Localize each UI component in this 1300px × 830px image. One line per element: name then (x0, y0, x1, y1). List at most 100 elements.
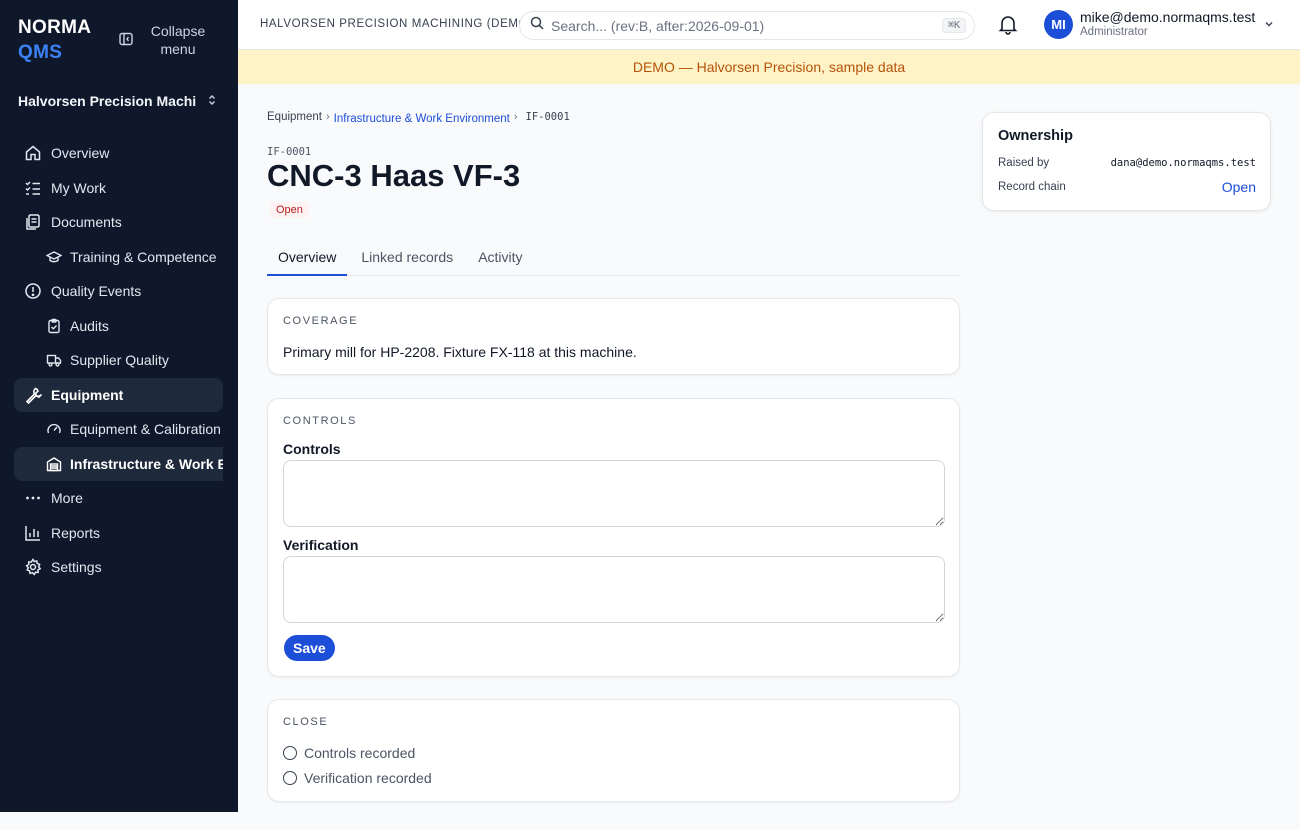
verification-textarea[interactable] (283, 556, 945, 623)
documents-icon (24, 213, 42, 231)
brand-logo[interactable]: NORMA QMS (18, 15, 91, 65)
search-icon (530, 16, 551, 35)
main-content: Equipment › Infrastructure & Work Enviro… (238, 84, 1300, 830)
sidebar: NORMA QMS Collapse menu Halvorsen Precis… (0, 0, 238, 812)
sidebar-item-label: Reports (51, 524, 101, 541)
sidebar-item-settings[interactable]: Settings (14, 550, 223, 585)
check-label: Controls recorded (304, 745, 416, 761)
clipboard-check-icon (46, 318, 62, 334)
truck-icon (46, 352, 62, 368)
controls-card: CONTROLS Controls Verification Save (267, 398, 960, 677)
user-email: mike@demo.normaqms.test (1080, 9, 1256, 25)
sidebar-item-label: Equipment & Calibration (70, 421, 221, 438)
record-chain-label: Record chain (998, 181, 1066, 193)
demo-banner: DEMO — Halvorsen Precision, sample data (238, 50, 1300, 84)
sidebar-item-quality-events[interactable]: Quality Events (14, 274, 223, 309)
controls-textarea[interactable] (283, 460, 945, 527)
sidebar-item-label: Equipment (51, 386, 124, 403)
raised-by-label: Raised by (998, 157, 1050, 169)
sidebar-item-equipment[interactable]: Equipment (14, 377, 223, 412)
sidebar-item-infrastructure-work-environment[interactable]: Infrastructure & Work Environment (14, 446, 223, 481)
sidebar-nav: Overview My Work Documents Training & Co… (14, 136, 223, 585)
check-label: Verification recorded (304, 770, 432, 786)
raised-by-value: dana@demo.normaqms.test (1110, 157, 1256, 169)
alert-circle-icon (24, 282, 42, 300)
close-heading: CLOSE (283, 716, 329, 728)
collapse-menu-button[interactable]: Collapse menu (118, 22, 210, 58)
breadcrumb-separator: › (325, 111, 330, 123)
tab-linked-records[interactable]: Linked records (350, 244, 464, 276)
notifications-button[interactable] (997, 13, 1021, 37)
ownership-card: Ownership Raised by dana@demo.normaqms.t… (982, 112, 1271, 211)
tab-overview[interactable]: Overview (267, 244, 348, 276)
sidebar-item-label: Quality Events (51, 283, 142, 300)
close-card: CLOSE Controls recorded Verification rec… (267, 699, 960, 802)
collapse-menu-label: Collapse menu (150, 23, 206, 57)
controls-label: Controls (283, 441, 341, 457)
page-title: CNC-3 Haas VF-3 (267, 158, 521, 193)
record-chain-open-link[interactable]: Open (1222, 179, 1256, 195)
sidebar-item-overview[interactable]: Overview (14, 136, 223, 171)
sidebar-item-my-work[interactable]: My Work (14, 171, 223, 206)
search-input[interactable] (551, 17, 942, 34)
checklist-icon (24, 179, 42, 197)
sidebar-item-label: Audits (70, 317, 109, 334)
verification-label: Verification (283, 537, 359, 553)
sidebar-item-label: Infrastructure & Work Environment (70, 455, 223, 472)
sidebar-item-label: My Work (51, 179, 106, 196)
chevron-up-down-icon (206, 93, 218, 109)
sidebar-item-label: Documents (51, 214, 122, 231)
coverage-heading: COVERAGE (283, 315, 359, 327)
warehouse-icon (46, 456, 62, 472)
breadcrumb-root: Equipment (267, 111, 322, 123)
ownership-title: Ownership (998, 128, 1073, 144)
coverage-text: Primary mill for HP-2208. Fixture FX-118… (283, 344, 637, 360)
search-shortcut-hint: ⌘K (941, 18, 966, 33)
sidebar-item-label: Training & Competence (70, 248, 217, 265)
sidebar-item-more[interactable]: More (14, 481, 223, 516)
tab-activity[interactable]: Activity (467, 244, 533, 276)
save-button[interactable]: Save (284, 635, 335, 661)
more-dots-icon (24, 489, 42, 507)
breadcrumb-current: IF-0001 (525, 111, 570, 123)
sidebar-item-documents[interactable]: Documents (14, 205, 223, 240)
coverage-card: COVERAGE Primary mill for HP-2208. Fixtu… (267, 298, 960, 375)
breadcrumb-link-section[interactable]: Infrastructure & Work Environment (334, 113, 510, 125)
org-name: Halvorsen Precision Machining (18, 93, 196, 109)
check-controls-recorded[interactable]: Controls recorded (283, 745, 415, 761)
record-id: IF-0001 (267, 146, 312, 158)
brand-line-1: NORMA (18, 17, 92, 38)
gauge-icon (46, 421, 62, 437)
graduation-cap-icon (46, 249, 62, 265)
org-switcher[interactable]: Halvorsen Precision Machining (18, 89, 218, 113)
check-verification-recorded[interactable]: Verification recorded (283, 770, 432, 786)
sidebar-panel-icon (118, 31, 134, 50)
sidebar-item-supplier-quality[interactable]: Supplier Quality (14, 343, 223, 378)
brand-line-2: QMS (18, 42, 63, 63)
chevron-down-icon (1263, 17, 1275, 35)
sidebar-item-reports[interactable]: Reports (14, 516, 223, 551)
radio-circle-icon[interactable] (283, 746, 297, 760)
sidebar-item-label: Overview (51, 145, 110, 162)
topbar: HALVORSEN PRECISION MACHINING (DEMO) ⌘K … (238, 0, 1300, 50)
bar-chart-icon (24, 524, 42, 542)
user-menu[interactable]: MI mike@demo.normaqms.test Administrator (1044, 9, 1275, 39)
home-icon (24, 144, 42, 162)
radio-circle-icon[interactable] (283, 771, 297, 785)
gear-icon (24, 558, 42, 576)
global-search[interactable]: ⌘K (519, 11, 975, 40)
user-role: Administrator (1080, 26, 1148, 38)
sidebar-item-audits[interactable]: Audits (14, 309, 223, 344)
status-badge: Open (270, 202, 309, 218)
wrench-icon (24, 386, 42, 404)
sidebar-item-label: Settings (51, 559, 102, 576)
sidebar-item-label: Supplier Quality (70, 352, 169, 369)
avatar: MI (1044, 9, 1073, 39)
sidebar-item-equipment-calibration[interactable]: Equipment & Calibration (14, 412, 223, 447)
controls-heading: CONTROLS (283, 415, 357, 427)
sidebar-item-training-competence[interactable]: Training & Competence (14, 240, 223, 275)
tenant-name: HALVORSEN PRECISION MACHINING (DEMO) (260, 18, 533, 30)
record-tabs: Overview Linked records Activity (267, 244, 960, 276)
breadcrumb: Equipment › Infrastructure & Work Enviro… (267, 111, 570, 125)
sidebar-item-label: More (51, 490, 83, 507)
